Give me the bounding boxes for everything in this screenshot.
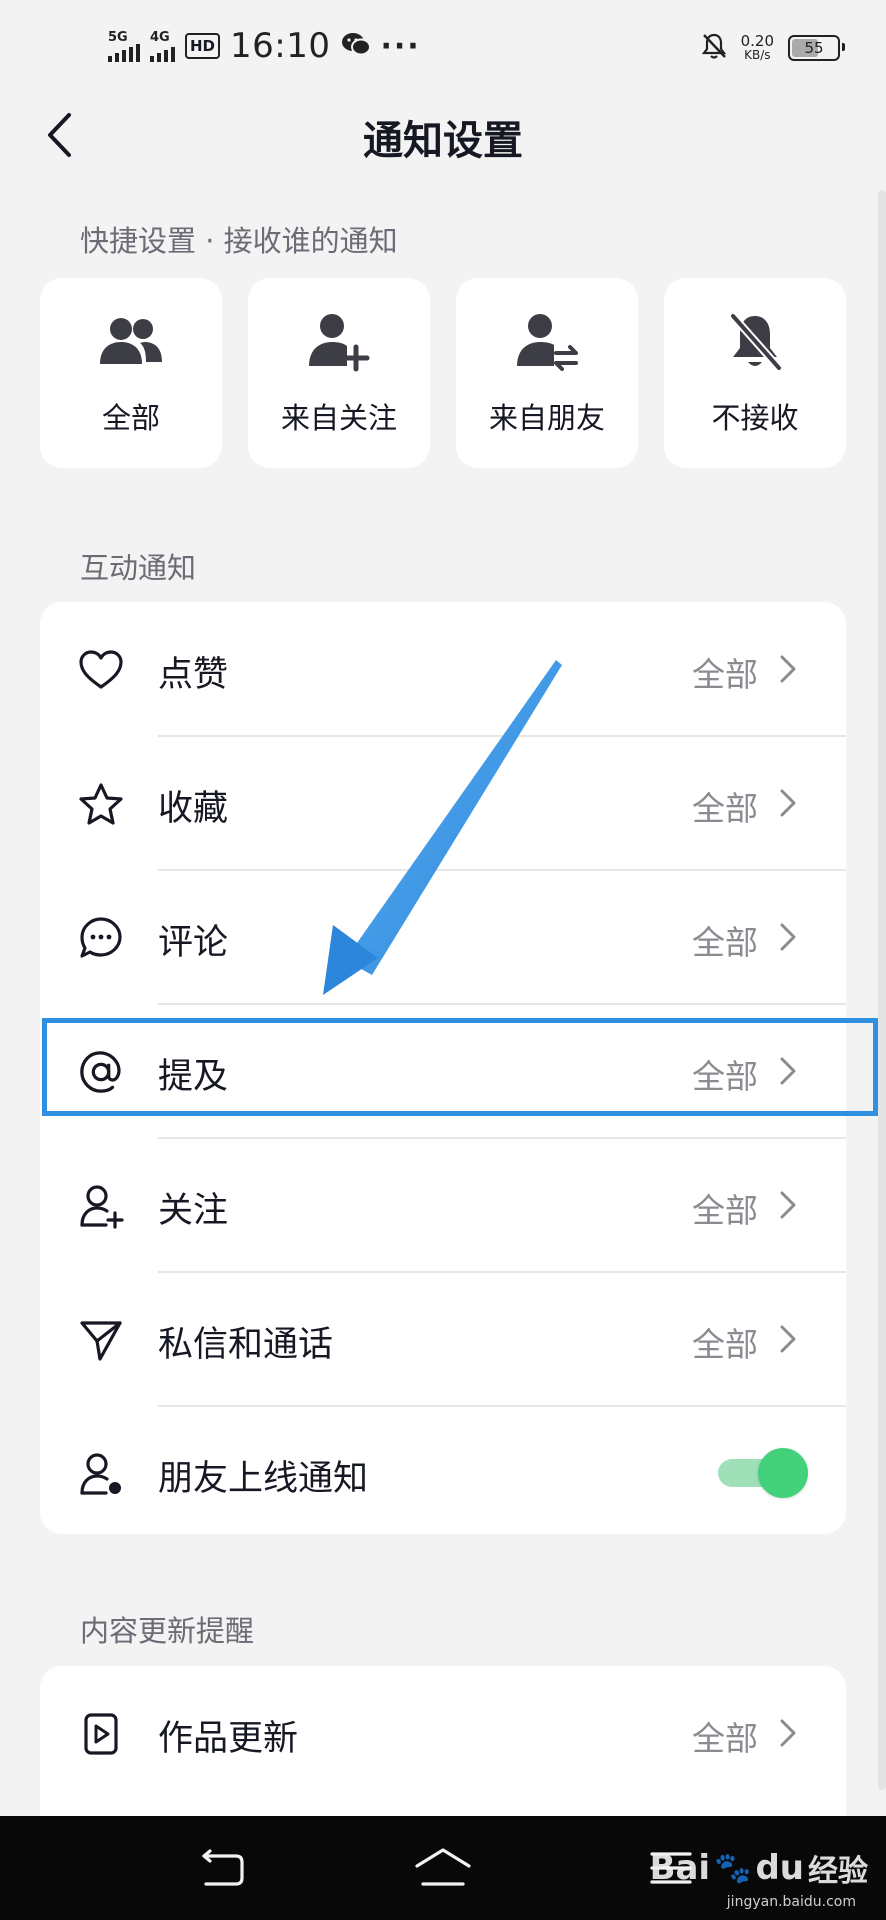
- row-mention[interactable]: 提及 全部: [40, 1004, 846, 1138]
- user-follow-icon: [78, 1183, 124, 1229]
- row-comment[interactable]: 评论 全部: [40, 870, 846, 1004]
- row-label: 朋友上线通知: [158, 1459, 369, 1499]
- users-icon: [96, 309, 166, 375]
- bell-off-icon: [725, 309, 785, 375]
- nav-back-button[interactable]: [186, 1840, 256, 1896]
- status-time: 16:10: [230, 26, 331, 66]
- row-label: 提及: [158, 1057, 229, 1097]
- row-label: 点赞: [158, 655, 229, 695]
- more-icon: ···: [380, 28, 421, 64]
- content-list: 作品更新 全部: [40, 1666, 846, 1836]
- baidu-watermark: Bai 🐾 du 经验: [649, 1848, 868, 1889]
- row-label: 关注: [158, 1191, 229, 1231]
- row-label: 评论: [158, 923, 229, 963]
- chevron-right-icon: [780, 1057, 796, 1085]
- row-value: 全部: [692, 1325, 758, 1364]
- chevron-right-icon: [780, 923, 796, 951]
- user-online-icon: [78, 1451, 124, 1497]
- battery-icon: 55: [788, 35, 845, 61]
- chevron-right-icon: [780, 1719, 796, 1747]
- hd-icon: HD: [185, 33, 221, 59]
- row-label: 私信和通话: [158, 1325, 334, 1365]
- row-works-update[interactable]: 作品更新 全部: [40, 1666, 846, 1800]
- row-value: 全部: [692, 1191, 758, 1230]
- row-like[interactable]: 点赞 全部: [40, 602, 846, 736]
- quick-option-none[interactable]: 不接收: [664, 278, 846, 468]
- quick-option-label: 来自关注: [280, 401, 397, 435]
- net-speed: 0.20 KB/s: [740, 32, 774, 63]
- row-friends-online: 朋友上线通知: [40, 1406, 846, 1534]
- row-messages-calls[interactable]: 私信和通话 全部: [40, 1272, 846, 1406]
- row-value: 全部: [692, 1719, 758, 1758]
- bell-mute-icon: [701, 32, 727, 64]
- nav-back-icon: [202, 1849, 244, 1886]
- interaction-list: 点赞 全部 收藏 全部 评论 全部 提及 全部 关注 全部 私信和通话 全部 朋…: [40, 602, 846, 1534]
- quick-option-label: 不接收: [711, 401, 799, 435]
- quick-settings-title: 快捷设置 · 接收谁的通知: [80, 224, 398, 258]
- page-title: 通知设置: [363, 118, 523, 164]
- user-swap-icon: [512, 309, 582, 375]
- content-section-title: 内容更新提醒: [80, 1614, 255, 1648]
- quick-option-following[interactable]: 来自关注: [248, 278, 430, 468]
- system-nav-bar: Bai 🐾 du 经验 jingyan.baidu.com: [0, 1816, 886, 1920]
- star-icon: [78, 781, 124, 827]
- row-value: 全部: [692, 1057, 758, 1096]
- status-bar: 5G 4G HD 16:10 ··· 0.20 KB/s 55: [0, 0, 886, 96]
- quick-option-friends[interactable]: 来自朋友: [456, 278, 638, 468]
- paw-icon: 🐾: [714, 1850, 752, 1886]
- wechat-icon: [341, 31, 371, 61]
- interaction-section-title: 互动通知: [80, 551, 197, 585]
- chevron-right-icon: [780, 1325, 796, 1353]
- row-value: 全部: [692, 655, 758, 694]
- chevron-right-icon: [780, 789, 796, 817]
- quick-option-label: 全部: [101, 401, 160, 435]
- row-follow[interactable]: 关注 全部: [40, 1138, 846, 1272]
- row-value: 全部: [692, 789, 758, 828]
- chevron-right-icon: [780, 1191, 796, 1219]
- comment-icon: [78, 915, 124, 961]
- watermark-url: jingyan.baidu.com: [726, 1894, 856, 1910]
- at-icon: [78, 1049, 124, 1095]
- toggle-knob: [758, 1448, 808, 1498]
- row-label: 收藏: [158, 789, 229, 829]
- quick-option-label: 来自朋友: [488, 401, 605, 435]
- chevron-right-icon: [780, 655, 796, 683]
- send-icon: [78, 1317, 124, 1363]
- nav-home-icon: [415, 1848, 471, 1886]
- signal-5g-icon: 5G: [108, 31, 140, 62]
- signal-4g-icon: 4G: [150, 31, 175, 62]
- scrollbar[interactable]: [878, 190, 886, 1790]
- row-label: 作品更新: [158, 1719, 299, 1759]
- heart-icon: [78, 647, 124, 693]
- row-favorite[interactable]: 收藏 全部: [40, 736, 846, 870]
- quick-option-all[interactable]: 全部: [40, 278, 222, 468]
- video-icon: [78, 1711, 124, 1757]
- nav-home-button[interactable]: [408, 1840, 478, 1896]
- friends-online-toggle[interactable]: [716, 1448, 808, 1498]
- user-add-icon: [304, 309, 374, 375]
- row-value: 全部: [692, 923, 758, 962]
